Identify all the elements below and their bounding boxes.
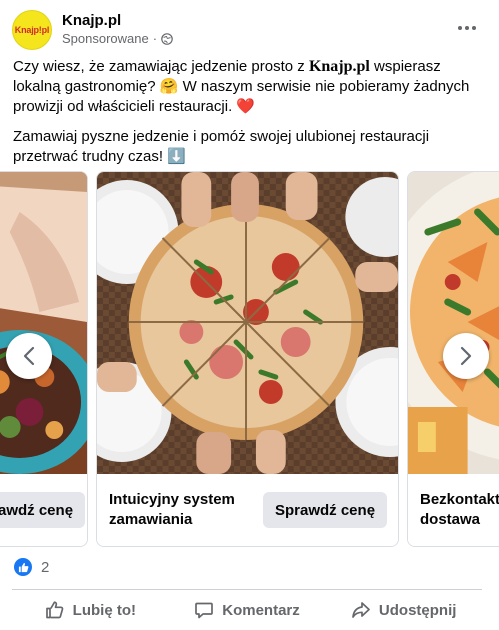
avatar-logo-text: Knajp!pl (14, 25, 50, 35)
brand-name: Knajp.pl (308, 58, 370, 75)
card-title: Intuicyjny system zamawiania (109, 491, 235, 528)
check-price-button[interactable]: Sprawdź cenę (0, 492, 86, 528)
carousel-prev-button[interactable] (6, 333, 52, 379)
reactions-summary[interactable]: 2 (14, 558, 49, 576)
more-horizontal-icon (458, 26, 476, 30)
sponsored-label[interactable]: Sponsorowane (62, 31, 149, 46)
chevron-right-icon (460, 346, 472, 366)
page-name-link[interactable]: Knajp.pl (62, 12, 121, 29)
message-text: Czy wiesz, że zamawiając jedzenie prosto… (13, 58, 309, 75)
comment-button[interactable]: Komentarz (169, 592, 326, 628)
post-header: Knajp!pl Knajp.pl Sponsorowane · (12, 10, 487, 50)
pizza-sharing-photo (97, 172, 398, 474)
card-footer: Intuicyjny system zamawiania Sprawdź cen… (97, 474, 398, 546)
card-footer: Sprawdź cenę (0, 474, 87, 546)
share-button[interactable]: Udostępnij (325, 592, 482, 628)
comment-icon (195, 602, 214, 619)
card-footer: Bezkontaktowa dostawa (408, 474, 499, 546)
like-icon (14, 558, 32, 576)
pasta-dish-photo (408, 172, 499, 474)
chevron-left-icon (23, 346, 35, 366)
thumbs-up-icon (45, 601, 64, 619)
carousel-card[interactable]: Intuicyjny system zamawiania Sprawdź cen… (96, 171, 399, 547)
share-icon (352, 602, 370, 618)
card-title: Bezkontaktowa dostawa (420, 491, 499, 528)
page-avatar[interactable]: Knajp!pl (12, 10, 52, 50)
post-message: Czy wiesz, że zamawiając jedzenie prosto… (13, 57, 487, 177)
more-options-button[interactable] (455, 16, 479, 40)
comment-label: Komentarz (222, 601, 300, 619)
salad-bowl-photo (0, 172, 87, 474)
meta-separator: · (152, 31, 158, 46)
check-price-button[interactable]: Sprawdź cenę (263, 492, 388, 528)
carousel: Sprawdź cenę (0, 171, 499, 547)
message-paragraph-1: Czy wiesz, że zamawiając jedzenie prosto… (13, 57, 487, 117)
like-button[interactable]: Lubię to! (12, 592, 169, 628)
actions-divider (12, 589, 482, 590)
message-paragraph-2: Zamawiaj pyszne jedzenie i pomóż swojej … (13, 128, 430, 165)
post-meta: Sponsorowane · (62, 31, 173, 46)
carousel-next-button[interactable] (443, 333, 489, 379)
share-label: Udostępnij (378, 601, 457, 619)
post-actions-bar: Lubię to! Komentarz Udostępnij (12, 592, 482, 628)
globe-icon[interactable] (161, 32, 173, 45)
like-label: Lubię to! (72, 601, 136, 619)
reaction-count: 2 (41, 558, 50, 576)
